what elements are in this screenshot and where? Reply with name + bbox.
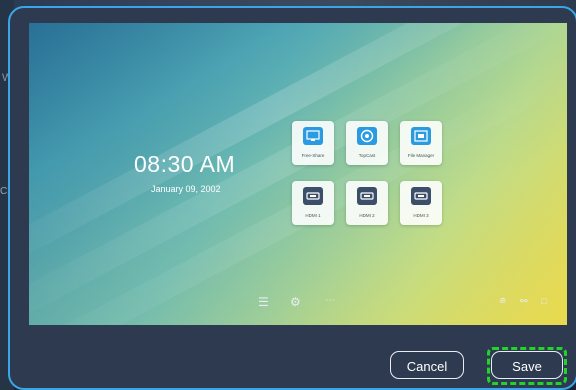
wifi-icon: ≘ [499,296,507,306]
network-icon: ⚯ [520,296,528,306]
hdmi-icon [357,187,377,205]
screen-share-icon [303,127,323,145]
app-label: File Manager [407,153,435,158]
hdmi-icon [411,187,431,205]
save-button[interactable]: Save [491,351,563,379]
app-tile-file-manager: File Manager [400,121,442,165]
app-tile-hdmi-3: HDMI 3 [400,181,442,225]
app-tile-hdmi-2: HDMI 2 [346,181,388,225]
clock-time: 08:30 AM [134,151,236,177]
app-label: HDMI 1 [305,213,321,218]
app-tile-hdmi-1: HDMI 1 [292,181,334,225]
settings-icon: ⚙ [290,295,301,309]
wallpaper-preview: 08:30 AM January 09, 2002 Free-Share Top… [29,23,567,325]
file-manager-icon [411,127,431,145]
app-label: Free-Share [301,153,325,158]
apps-grid-icon: ⋯ [325,295,335,306]
app-label: HDMI 2 [359,213,375,218]
menu-icon: ☰ [258,295,269,309]
wallpaper-streak [29,23,567,325]
usb-icon: □ [541,296,547,306]
app-label: HDMI 3 [413,213,429,218]
hdmi-icon [303,187,323,205]
app-label: TopCast [358,153,376,158]
cancel-button[interactable]: Cancel [390,351,464,379]
app-tile-free-share: Free-Share [292,121,334,165]
app-tile-topcast: TopCast [346,121,388,165]
clock-date: January 09, 2002 [151,184,221,194]
cast-icon [357,127,377,145]
